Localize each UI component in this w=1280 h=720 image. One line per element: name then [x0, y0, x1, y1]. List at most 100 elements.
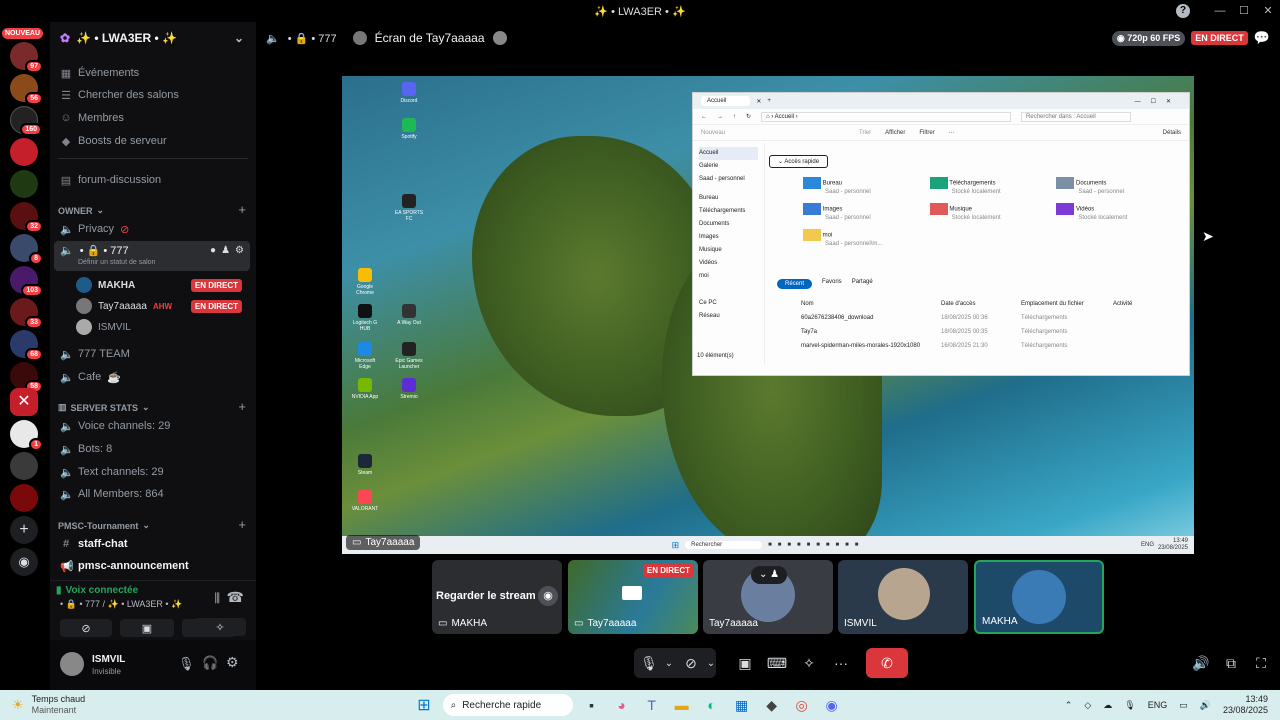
add-server-icon[interactable]: + [10, 516, 38, 544]
nav-item[interactable]: Bureau [699, 192, 758, 205]
explore-icon[interactable]: ◉ [10, 548, 38, 576]
category-owner[interactable]: OWNER ⌄ [58, 205, 104, 216]
refresh-icon[interactable]: ↻ [746, 113, 751, 120]
server-icon[interactable]: 8 [10, 234, 43, 265]
voice-location[interactable]: • 🔒 • 777 / ✨ • LWA3ER • ✨ [60, 599, 182, 610]
avatar[interactable] [60, 652, 84, 676]
desktop-icon[interactable]: Steam [350, 454, 380, 476]
store-icon[interactable]: ▦ [731, 696, 753, 714]
add-tab-icon[interactable]: + [767, 98, 771, 104]
quick-item[interactable]: Vidéos Stocké localement [1056, 203, 1183, 221]
category-pmsc[interactable]: PMSC-Tournament ⌄ [58, 520, 150, 531]
close-button[interactable]: ✕ [1256, 0, 1280, 22]
quick-item[interactable]: Images Saad - personnel [803, 203, 930, 221]
network-icon[interactable]: ▭ [1179, 700, 1188, 711]
participant-tile[interactable]: ISMVIL [838, 560, 968, 634]
nav-item[interactable]: Téléchargements [699, 205, 758, 218]
disconnect-button[interactable]: ✆ [866, 648, 908, 678]
window-controls[interactable]: —☐✕ [1135, 98, 1181, 105]
nav-item[interactable]: Galerie [699, 160, 758, 173]
watch-stream-button[interactable]: Regarder le stream [436, 590, 536, 602]
column-header[interactable]: Emplacement du fichier [1021, 301, 1113, 307]
desktop-icon[interactable]: Discord [394, 82, 424, 104]
invite-icon[interactable]: ⌄ ♟ [751, 566, 787, 584]
copilot-icon[interactable]: ◕ [611, 696, 633, 714]
close-icon[interactable]: ✕ [756, 98, 761, 105]
desktop-icon[interactable]: Logitech G HUB [350, 304, 380, 332]
quick-item[interactable]: Téléchargements Stocké localement [929, 177, 1057, 195]
channel-stat[interactable]: 🔈 All Members: 864 [54, 483, 250, 505]
channel-pmsc-announcement[interactable]: 📢 pmsc-announcement [54, 555, 250, 577]
toolbar-filter[interactable]: Filtrer [919, 130, 934, 136]
quick-item[interactable]: moi Saad - personnel\m... [803, 229, 930, 247]
edge-icon[interactable]: ◐ [701, 696, 723, 714]
add-channel-icon[interactable]: + [238, 517, 246, 532]
category-stats[interactable]: ▥ SERVER STATS ⌄ [58, 402, 150, 413]
toolbar-new[interactable]: Nouveau [701, 130, 725, 136]
channel-privacy[interactable]: 🔈 Privacy ⊘ [54, 218, 250, 240]
lang-indicator[interactable]: ENG [1148, 700, 1168, 710]
desktop-icon[interactable]: Spotify [394, 118, 424, 140]
nav-item[interactable]: Accueil [699, 147, 758, 160]
menu-members[interactable]: ☺ Membres [54, 107, 250, 129]
soundboard-button[interactable]: ✧ [796, 650, 822, 676]
address-bar[interactable]: ⌂ › Accueil › [761, 111, 1012, 122]
soundboard-button[interactable]: ✧ [194, 618, 246, 636]
add-channel-icon[interactable]: + [238, 202, 246, 217]
nav-item[interactable]: Ce PC [699, 297, 758, 310]
channel-voice-active[interactable]: 🔈 • 🔒 • 777 Définir un statut de salon ● ♟… [54, 241, 250, 271]
mic-icon[interactable]: 🎙 [178, 656, 195, 672]
server-icon[interactable]: 68 [10, 330, 43, 361]
server-icon[interactable]: 56 [10, 74, 43, 105]
tab-recent[interactable]: Récent [777, 279, 813, 289]
explorer-search[interactable]: Rechercher dans : Accueil [1021, 111, 1132, 122]
nav-item[interactable]: Documents [699, 218, 758, 231]
channel-staff-chat[interactable]: # staff-chat [54, 533, 250, 555]
chat-icon[interactable]: ● [210, 245, 216, 256]
volume-icon[interactable]: 🔊 [1200, 700, 1211, 711]
add-channel-icon[interactable]: + [238, 399, 246, 414]
more-button[interactable]: ··· [828, 650, 854, 676]
share-screen-button[interactable]: ▣ [120, 619, 174, 637]
desktop-icon[interactable]: Microsoft Edge [350, 342, 380, 370]
stream-view[interactable]: Google Chrome Logitech G HUB Microsoft E… [342, 76, 1194, 554]
server-icon[interactable] [10, 138, 38, 166]
server-icon[interactable] [10, 170, 38, 198]
column-header[interactable]: Activité [1113, 301, 1173, 307]
discord-icon[interactable]: ◉ [821, 696, 843, 714]
server-icon[interactable]: ✕ [10, 388, 38, 416]
gear-icon[interactable]: ⚙ [235, 245, 244, 256]
desktop-icon[interactable]: Google Chrome [350, 268, 380, 296]
channel-stat[interactable]: 🔈 Bots: 8 [54, 438, 250, 460]
chrome-icon[interactable]: ◎ [791, 696, 813, 714]
app-icon[interactable]: ◆ [761, 696, 783, 714]
toolbar-sort[interactable]: Trier [859, 130, 871, 136]
weather-widget[interactable]: Temps chaud Maintenant [32, 694, 86, 716]
server-icon[interactable] [10, 484, 38, 512]
server-icon[interactable]: 58 [10, 362, 43, 393]
nav-item[interactable]: Saad - personnel [699, 173, 758, 186]
channel-stat[interactable]: 🔈 Text channels: 29 [54, 461, 250, 483]
nav-item[interactable]: Réseau [699, 310, 758, 323]
camera-off-button[interactable]: ⊘ [60, 619, 112, 637]
server-icon[interactable]: 32 [10, 202, 43, 233]
invite-icon[interactable]: ♟ [221, 245, 230, 256]
participant-tile[interactable]: EN DIRECT ▭ Tay7aaaaa [568, 560, 698, 634]
teams-icon[interactable]: T [641, 696, 663, 714]
server-icon[interactable]: 103 [10, 266, 43, 297]
desktop-icon[interactable]: A Way Out [394, 304, 424, 326]
nav-item[interactable]: moi [699, 270, 758, 283]
start-icon[interactable]: ⊞ [417, 695, 430, 715]
menu-events[interactable]: ▦ Événements [54, 62, 250, 84]
column-header[interactable]: Nom [801, 301, 941, 307]
eye-icon[interactable]: ◉ [538, 586, 558, 606]
desktop-icon[interactable]: Stremio [394, 378, 424, 400]
participant-tile[interactable]: ⌄ ♟ Tay7aaaaa [703, 560, 833, 634]
menu-server-boosts[interactable]: ◆ Boosts de serveur [54, 130, 250, 152]
gear-icon[interactable]: ⚙ [226, 654, 239, 671]
help-icon[interactable]: ? [1176, 4, 1190, 18]
voice-user[interactable]: MAKHA EN DIRECT [76, 275, 248, 295]
disconnect-icon[interactable]: ☎ [227, 589, 244, 606]
participant-tile[interactable]: Regarder le stream ◉ ▭ MAKHA [432, 560, 562, 634]
channel-forum[interactable]: ▤ forum-discussion [54, 169, 250, 191]
